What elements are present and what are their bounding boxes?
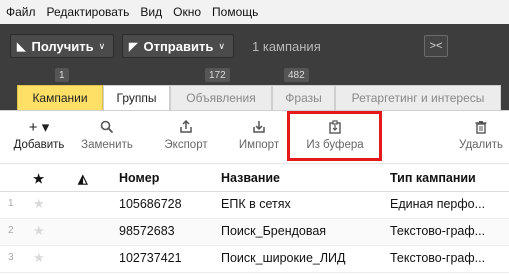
export-button-label: Экспорт xyxy=(164,139,208,151)
export-icon xyxy=(179,117,193,137)
menu-file[interactable]: Файл xyxy=(6,5,36,19)
campaign-type: Единая перфо... xyxy=(390,197,486,211)
badge-phrases-count: 482 xyxy=(284,68,309,82)
campaign-id: 98572683 xyxy=(119,224,175,238)
column-header-name[interactable]: Название xyxy=(221,171,280,185)
badge-ads-count: 172 xyxy=(205,68,230,82)
import-icon xyxy=(252,117,266,137)
tab-retargeting[interactable]: Ретаргетинг и интересы xyxy=(335,85,501,110)
delete-button-label: Удалить xyxy=(459,139,503,151)
add-button[interactable]: + ▾ Добавить xyxy=(6,117,72,157)
menu-window[interactable]: Окно xyxy=(173,5,201,19)
campaign-name: Поиск_широкие_ЛИД xyxy=(221,251,346,265)
star-icon[interactable]: ★ xyxy=(33,223,45,239)
column-header-campaign-type[interactable]: Тип кампании xyxy=(390,171,476,185)
get-button[interactable]: ◣ Получить ∨ xyxy=(10,34,115,58)
campaign-type: Текстово-граф... xyxy=(390,251,486,265)
replace-button[interactable]: Заменить xyxy=(74,117,140,157)
menu-view[interactable]: Вид xyxy=(140,5,162,19)
collapse-panel-button[interactable]: >< xyxy=(424,35,448,57)
trash-icon xyxy=(474,117,488,137)
campaign-name: Поиск_Брендовая xyxy=(221,224,327,238)
campaign-count: 1 кампания xyxy=(252,39,321,54)
menu-edit[interactable]: Редактировать xyxy=(47,5,130,19)
send-button-label: Отправить xyxy=(143,38,214,54)
highlight-frame xyxy=(287,111,382,161)
send-button[interactable]: ◤ Отправить ∨ xyxy=(122,34,234,58)
download-icon: ◣ xyxy=(17,40,26,53)
table-row[interactable]: 2 ★ 98572683 Поиск_Брендовая Текстово-гр… xyxy=(0,219,509,246)
star-icon[interactable]: ★ xyxy=(33,250,45,266)
badge-campaigns-count: 1 xyxy=(55,68,69,82)
campaign-id: 105686728 xyxy=(119,197,182,211)
get-button-label: Получить xyxy=(31,38,94,54)
add-button-label: Добавить xyxy=(13,139,65,151)
column-header-status[interactable]: ◭ xyxy=(78,171,88,186)
row-number: 1 xyxy=(8,198,14,209)
tab-groups[interactable]: Группы xyxy=(103,85,170,110)
replace-button-label: Заменить xyxy=(81,139,133,151)
star-icon[interactable]: ★ xyxy=(33,196,45,212)
menubar: Файл Редактировать Вид Окно Помощь xyxy=(0,0,509,24)
row-number: 2 xyxy=(8,225,14,236)
collapse-icon: >< xyxy=(429,40,443,52)
search-icon xyxy=(100,117,114,137)
plus-icon: + ▾ xyxy=(28,119,50,136)
menu-help[interactable]: Помощь xyxy=(212,5,258,19)
chevron-down-icon: ∨ xyxy=(98,40,106,51)
table-row[interactable]: 3 ★ 102737421 Поиск_широкие_ЛИД Текстово… xyxy=(0,246,509,273)
tab-campaigns[interactable]: Кампании xyxy=(17,85,103,110)
table-row[interactable]: 1 ★ 105686728 ЕПК в сетях Единая перфо..… xyxy=(0,192,509,219)
upload-icon: ◤ xyxy=(129,40,138,53)
export-button[interactable]: Экспорт xyxy=(153,117,219,157)
import-button[interactable]: Импорт xyxy=(226,117,292,157)
column-header-favorite[interactable]: ★ xyxy=(33,171,44,186)
campaign-name: ЕПК в сетях xyxy=(221,197,291,211)
tab-ads[interactable]: Объявления xyxy=(170,85,272,110)
row-number: 3 xyxy=(8,252,14,263)
column-header-number[interactable]: Номер xyxy=(119,171,159,185)
delete-button[interactable]: Удалить xyxy=(448,117,509,157)
campaign-type: Текстово-граф... xyxy=(390,224,486,238)
import-button-label: Импорт xyxy=(238,139,280,151)
chevron-down-icon: ∨ xyxy=(218,40,225,51)
tab-phrases[interactable]: Фразы xyxy=(272,85,335,110)
campaign-id: 102737421 xyxy=(119,251,182,265)
